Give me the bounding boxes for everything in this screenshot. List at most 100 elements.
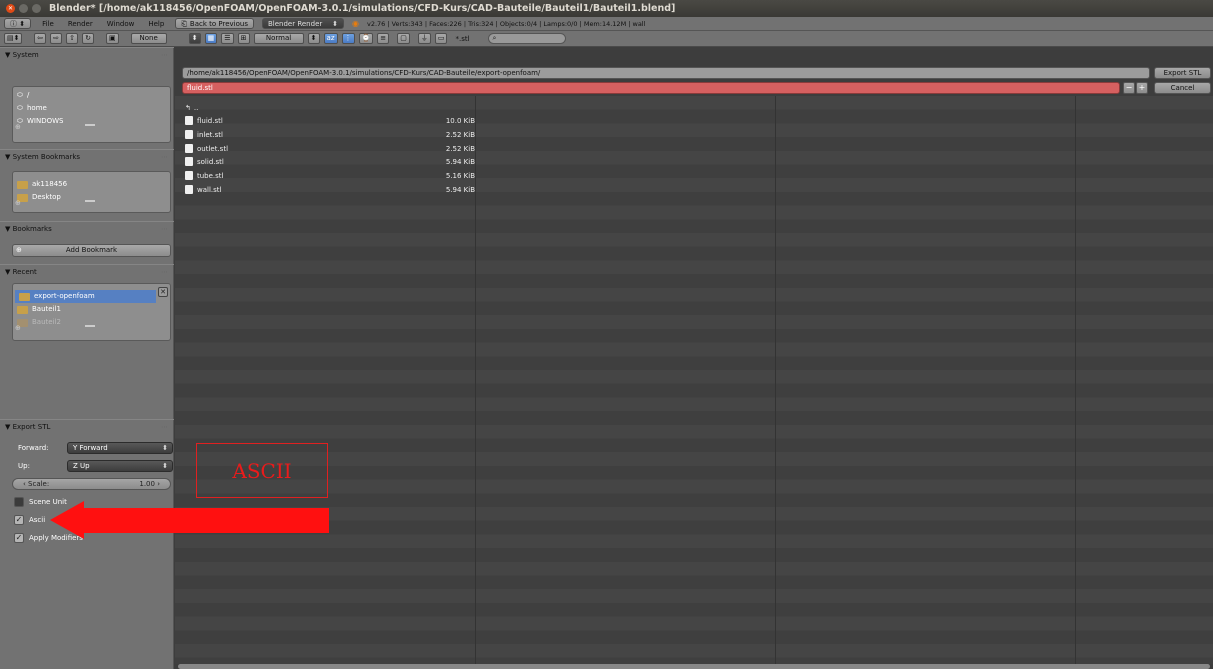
sort-time-icon[interactable]: ⌚ bbox=[358, 33, 374, 44]
filter-folder-icon[interactable]: ▭ bbox=[434, 33, 448, 44]
file-row[interactable]: tube.stl 5.16 KiB bbox=[185, 169, 475, 182]
horizontal-scrollbar[interactable] bbox=[178, 664, 1210, 669]
chevron-updown-icon[interactable]: ⬍ bbox=[307, 33, 320, 44]
drag-grip-icon[interactable]: ⋯ bbox=[161, 48, 168, 62]
system-item-windows[interactable]: ⬭ WINDOWS bbox=[13, 115, 170, 128]
chevron-right-icon: › bbox=[154, 480, 160, 488]
plus-icon[interactable]: ⊕ bbox=[15, 199, 21, 207]
menu-help[interactable]: Help bbox=[145, 20, 167, 28]
file-row[interactable]: wall.stl 5.94 KiB bbox=[185, 183, 475, 196]
checkbox-unchecked-icon bbox=[14, 497, 24, 507]
menu-render[interactable]: Render bbox=[65, 20, 96, 28]
add-bookmark-button[interactable]: ⊕ Add Bookmark bbox=[12, 244, 171, 257]
resize-grip-icon[interactable] bbox=[85, 200, 95, 202]
recent-header[interactable]: ▼ Recent ⋯ bbox=[0, 264, 174, 278]
system-item-root[interactable]: ⬭ / bbox=[13, 89, 170, 102]
window-title: Blender* [/home/ak118456/OpenFOAM/OpenFO… bbox=[49, 3, 676, 14]
up-axis-select[interactable]: Z Up ⬍ bbox=[67, 460, 173, 472]
directory-path-field[interactable]: /home/ak118456/OpenFOAM/OpenFOAM-3.0.1/s… bbox=[182, 67, 1150, 79]
ascii-toggle[interactable]: ✓ Ascii bbox=[14, 515, 45, 525]
hide-dot-icon[interactable]: ▢ bbox=[397, 33, 410, 44]
cancel-button[interactable]: Cancel bbox=[1154, 82, 1211, 94]
scale-label-text: Scale: bbox=[28, 480, 50, 488]
editor-type-filebrowser-icon[interactable]: ▤⬍ bbox=[4, 33, 22, 44]
file-size: 5.16 KiB bbox=[445, 171, 475, 180]
column-divider bbox=[475, 96, 476, 664]
file-size: 2.52 KiB bbox=[445, 130, 475, 139]
sort-ext-icon[interactable]: ⋮ bbox=[341, 33, 355, 44]
filter-icon[interactable]: ⏚ bbox=[417, 33, 431, 44]
maximize-window-icon[interactable] bbox=[32, 4, 41, 13]
recent-list: export-openfoam Bauteil1 Bauteil2 ⊕ bbox=[12, 283, 171, 341]
close-window-icon[interactable]: ✕ bbox=[6, 4, 15, 13]
folder-icon bbox=[19, 292, 30, 301]
file-name: inlet.stl bbox=[197, 130, 223, 139]
menu-file[interactable]: File bbox=[39, 20, 57, 28]
bookmarks-header-label: ▼ Bookmarks bbox=[5, 225, 52, 233]
drag-grip-icon[interactable]: ⋯ bbox=[161, 222, 168, 236]
recursion-label: None bbox=[139, 34, 158, 42]
bookmarks-header[interactable]: ▼ Bookmarks ⋯ bbox=[0, 221, 174, 235]
plus-icon[interactable]: ⊕ bbox=[15, 324, 21, 332]
search-input[interactable]: ⌕ bbox=[487, 33, 566, 44]
bookmark-item-user[interactable]: ak118456 bbox=[13, 178, 170, 191]
drag-grip-icon[interactable]: ⋯ bbox=[161, 420, 168, 434]
menu-window[interactable]: Window bbox=[104, 20, 138, 28]
parent-dir-row[interactable]: ↰ .. bbox=[185, 101, 475, 114]
recent-item-label: Bauteil1 bbox=[32, 305, 61, 313]
nav-forward-icon[interactable]: ⇨ bbox=[50, 33, 62, 44]
export-stl-button[interactable]: Export STL bbox=[1154, 67, 1211, 79]
filename-field[interactable]: fluid.stl bbox=[182, 82, 1120, 94]
editor-type-info-icon[interactable]: ⓘ ⬍ bbox=[4, 18, 32, 29]
up-axis-value: Z Up bbox=[73, 462, 90, 470]
display-short-icon[interactable]: ▦ bbox=[204, 33, 218, 44]
nav-back-icon[interactable]: ⇦ bbox=[34, 33, 46, 44]
recent-item-export-openfoam[interactable]: export-openfoam bbox=[15, 290, 156, 303]
bookmark-item-desktop[interactable]: Desktop bbox=[13, 191, 170, 204]
system-item-home[interactable]: ⬭ home bbox=[13, 102, 170, 115]
system-item-label: / bbox=[26, 91, 30, 99]
folder-icon bbox=[17, 180, 28, 189]
export-stl-header[interactable]: ▼ Export STL ⋯ bbox=[0, 419, 174, 433]
increment-filename-icon[interactable]: + bbox=[1136, 82, 1148, 94]
display-detailed-icon[interactable]: ☰ bbox=[221, 33, 234, 44]
file-name: wall.stl bbox=[197, 185, 222, 194]
plus-icon[interactable]: ⊕ bbox=[15, 123, 21, 131]
drag-grip-icon[interactable]: ⋯ bbox=[161, 265, 168, 279]
file-row[interactable]: solid.stl 5.94 KiB bbox=[185, 155, 475, 168]
file-row[interactable]: outlet.stl 2.52 KiB bbox=[185, 142, 475, 155]
resize-grip-icon[interactable] bbox=[85, 325, 95, 327]
column-divider bbox=[775, 96, 776, 664]
drag-grip-icon[interactable]: ⋯ bbox=[161, 150, 168, 164]
file-row[interactable]: fluid.stl 10.0 KiB bbox=[185, 114, 475, 127]
render-engine-select[interactable]: Blender Render ⬍ bbox=[261, 18, 344, 29]
file-size: 10.0 KiB bbox=[445, 116, 475, 125]
new-folder-icon[interactable]: ▣ bbox=[106, 33, 119, 44]
chevron-updown-icon[interactable]: ⬍ bbox=[188, 33, 201, 44]
decrement-filename-icon[interactable]: − bbox=[1123, 82, 1135, 94]
sort-select[interactable]: Normal bbox=[253, 33, 304, 44]
system-item-label: WINDOWS bbox=[26, 117, 64, 125]
file-name: fluid.stl bbox=[197, 116, 223, 125]
scale-label: ‹ Scale: bbox=[23, 479, 49, 489]
forward-label: Forward: bbox=[18, 444, 49, 452]
recent-item-bauteil1[interactable]: Bauteil1 bbox=[13, 303, 170, 316]
system-header[interactable]: ▼ System ⋯ bbox=[0, 47, 174, 61]
back-to-previous-button[interactable]: ⎗ Back to Previous bbox=[175, 18, 254, 29]
sort-alpha-icon[interactable]: az bbox=[323, 33, 338, 44]
scale-field[interactable]: ‹ Scale: 1.00 › bbox=[12, 478, 171, 490]
system-bookmarks-header[interactable]: ▼ System Bookmarks ⋯ bbox=[0, 149, 174, 163]
parent-dir-icon[interactable]: ⇧ bbox=[66, 33, 78, 44]
forward-axis-select[interactable]: Y Forward ⬍ bbox=[67, 442, 173, 454]
display-thumbnail-icon[interactable]: ⊞ bbox=[237, 33, 250, 44]
resize-grip-icon[interactable] bbox=[85, 124, 95, 126]
recent-item-bauteil2[interactable]: Bauteil2 bbox=[13, 316, 170, 329]
file-icon bbox=[185, 171, 193, 180]
refresh-icon[interactable]: ↻ bbox=[82, 33, 94, 44]
clear-recent-icon[interactable]: ✕ bbox=[158, 287, 168, 297]
sort-size-icon[interactable]: ≡ bbox=[377, 33, 390, 44]
minimize-window-icon[interactable] bbox=[19, 4, 28, 13]
chevron-updown-icon: ⬍ bbox=[162, 444, 168, 452]
file-row[interactable]: inlet.stl 2.52 KiB bbox=[185, 128, 475, 141]
recursion-select[interactable]: None bbox=[130, 33, 167, 44]
